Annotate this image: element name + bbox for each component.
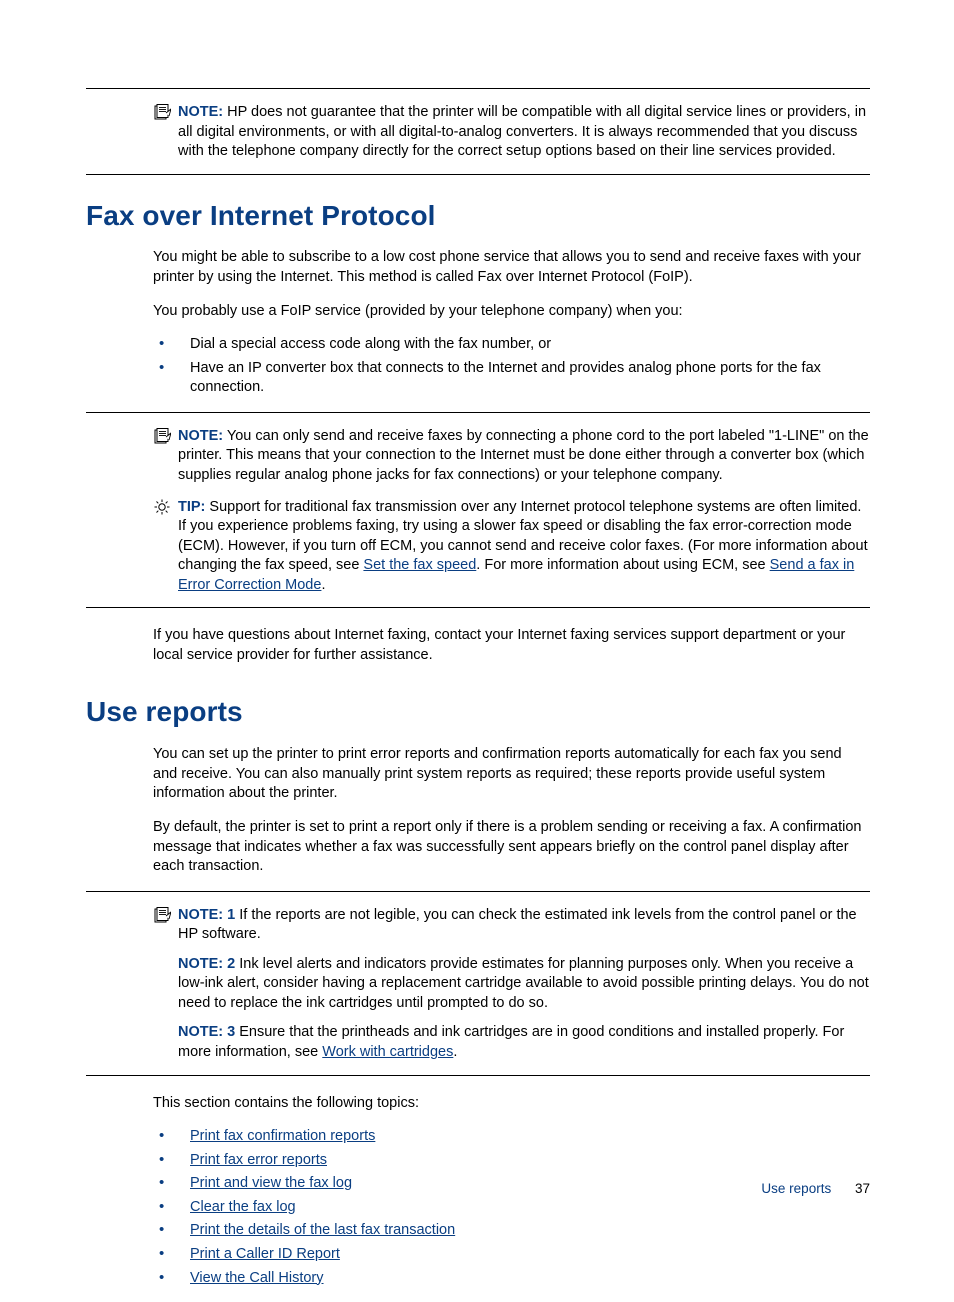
note-icon — [154, 428, 171, 444]
link-print-last-fax-details[interactable]: Print the details of the last fax transa… — [190, 1222, 455, 1238]
note-icon — [154, 907, 171, 923]
note-text: You can only send and receive faxes by c… — [178, 428, 869, 483]
top-note: NOTE: HP does not guarantee that the pri… — [86, 103, 870, 162]
topic-item: Print fax error reports — [153, 1151, 870, 1171]
link-view-call-history[interactable]: View the Call History — [190, 1270, 324, 1286]
footer-title: Use reports — [761, 1181, 831, 1196]
note-text: HP does not guarantee that the printer w… — [178, 104, 866, 159]
tip-text-2: . For more information about using ECM, … — [476, 557, 769, 573]
s2-p1: You can set up the printer to print erro… — [86, 745, 870, 804]
tip-icon — [154, 499, 171, 515]
content-column: NOTE: HP does not guarantee that the pri… — [86, 88, 870, 1302]
link-set-fax-speed[interactable]: Set the fax speed — [363, 557, 476, 573]
footer-page-number: 37 — [855, 1181, 870, 1196]
s2-topics: Print fax confirmation reports Print fax… — [86, 1127, 870, 1288]
topic-item: Print a Caller ID Report — [153, 1245, 870, 1265]
topic-item: Print fax confirmation reports — [153, 1127, 870, 1147]
s1-bullet-2: Have an IP converter box that connects t… — [153, 359, 870, 398]
link-clear-fax-log[interactable]: Clear the fax log — [190, 1199, 296, 1215]
s1-p2: You probably use a FoIP service (provide… — [86, 302, 870, 322]
link-print-view-fax-log[interactable]: Print and view the fax log — [190, 1175, 352, 1191]
note-label: NOTE: 2 — [178, 956, 235, 972]
top-note-group: NOTE: HP does not guarantee that the pri… — [86, 88, 870, 175]
link-work-with-cartridges[interactable]: Work with cartridges — [322, 1044, 453, 1060]
s2-note-3: NOTE: 3 Ensure that the printheads and i… — [86, 1023, 870, 1062]
note-label: NOTE: — [178, 428, 223, 444]
tip-text-3: . — [321, 577, 325, 593]
note-icon — [154, 104, 171, 120]
note-label: NOTE: 3 — [178, 1024, 235, 1040]
s1-callout-group: NOTE: You can only send and receive faxe… — [86, 412, 870, 609]
s1-bullet-1: Dial a special access code along with th… — [153, 335, 870, 355]
page-footer: Use reports 37 — [761, 1180, 870, 1198]
note-text: Ink level alerts and indicators provide … — [178, 956, 869, 1011]
note-text: If the reports are not legible, you can … — [178, 907, 857, 943]
tip-label: TIP: — [178, 499, 205, 515]
s1-p3: If you have questions about Internet fax… — [86, 626, 870, 665]
page: NOTE: HP does not guarantee that the pri… — [0, 0, 954, 1270]
s1-tip: TIP: Support for traditional fax transmi… — [86, 498, 870, 596]
heading-use-reports: Use reports — [86, 693, 870, 731]
s1-p1: You might be able to subscribe to a low … — [86, 248, 870, 287]
note-label: NOTE: 1 — [178, 907, 235, 923]
s2-p2: By default, the printer is set to print … — [86, 818, 870, 877]
note-text-2: . — [453, 1044, 457, 1060]
s1-bullets: Dial a special access code along with th… — [86, 335, 870, 398]
topic-item: Clear the fax log — [153, 1198, 870, 1218]
note-label: NOTE: — [178, 104, 223, 120]
heading-fax-over-ip: Fax over Internet Protocol — [86, 197, 870, 235]
note-text-1: Ensure that the printheads and ink cartr… — [178, 1024, 844, 1060]
link-print-caller-id[interactable]: Print a Caller ID Report — [190, 1246, 340, 1262]
topic-item: Print the details of the last fax transa… — [153, 1221, 870, 1241]
s2-note-1: NOTE: 1 If the reports are not legible, … — [86, 906, 870, 945]
s2-note-2: NOTE: 2 Ink level alerts and indicators … — [86, 955, 870, 1014]
topic-item: View the Call History — [153, 1269, 870, 1289]
link-print-fax-confirmation[interactable]: Print fax confirmation reports — [190, 1128, 375, 1144]
s1-note: NOTE: You can only send and receive faxe… — [86, 427, 870, 486]
link-print-fax-error[interactable]: Print fax error reports — [190, 1152, 327, 1168]
s2-callout-group: NOTE: 1 If the reports are not legible, … — [86, 891, 870, 1076]
s2-p3: This section contains the following topi… — [86, 1094, 870, 1114]
